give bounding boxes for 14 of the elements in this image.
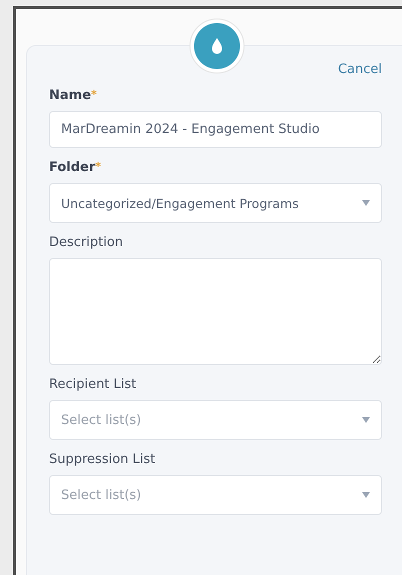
- select-field[interactable]: Uncategorized/Engagement Programs: [49, 183, 382, 223]
- caret-icon: [362, 417, 370, 423]
- select-field[interactable]: Select list(s): [49, 400, 382, 440]
- field-label: Suppression List: [49, 452, 156, 467]
- field-label: Description: [49, 235, 124, 250]
- field-label: Name*: [49, 88, 98, 103]
- field-label: Recipient List: [49, 377, 138, 392]
- description-field[interactable]: [49, 258, 382, 365]
- select-field[interactable]: Select list(s): [49, 475, 382, 515]
- cancel-link[interactable]: Cancel: [338, 62, 382, 88]
- caret-icon: [362, 492, 370, 498]
- name-field[interactable]: MarDreamin 2024 - Engagement Studio: [49, 111, 382, 148]
- caret-icon: [362, 200, 370, 206]
- field-label: Folder*: [49, 160, 102, 175]
